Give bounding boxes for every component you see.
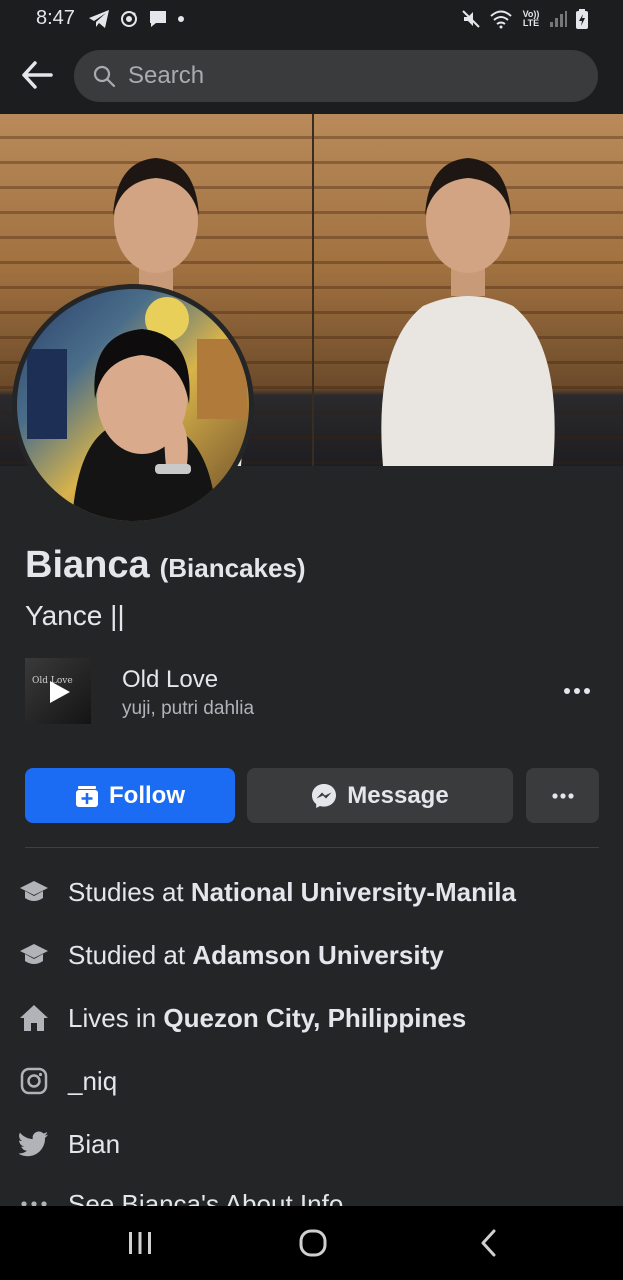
about-value: _niq (68, 1065, 118, 1096)
profile-alternate-name: (Biancakes) (159, 553, 306, 583)
profile-picture-image (17, 289, 249, 521)
twitter-icon (18, 1128, 50, 1160)
search-icon (93, 65, 116, 88)
about-item-instagram[interactable]: _niq (18, 1061, 117, 1101)
section-divider (25, 847, 599, 848)
home-circle-icon (299, 1229, 327, 1257)
chat-bubble-icon (148, 8, 168, 30)
about-value: National University-Manila (190, 876, 516, 907)
graduation-cap-icon (18, 876, 50, 908)
system-navigation-bar (0, 1206, 623, 1280)
song-title[interactable]: Old Love (122, 666, 218, 694)
mute-icon (461, 8, 481, 30)
home-icon (18, 1002, 50, 1034)
about-value: Quezon City, Philippines (163, 1002, 467, 1033)
music-play-button[interactable]: Old Love (25, 658, 91, 724)
profile-picture[interactable] (12, 284, 254, 526)
graduation-cap-icon (18, 939, 50, 971)
status-system-icons: Vo)) LTE (461, 8, 589, 30)
volte-indicator: Vo)) LTE (522, 9, 540, 28)
cover-photo-right (311, 114, 623, 466)
search-input[interactable] (128, 62, 568, 90)
recent-apps-button[interactable] (124, 1226, 156, 1260)
chevron-left-icon (481, 1229, 496, 1257)
status-bar: 8:47 Vo)) LTE (0, 0, 623, 38)
about-item-past-school[interactable]: Studied at Adamson University (18, 935, 444, 975)
profile-more-button[interactable] (526, 768, 599, 823)
about-prefix: Lives in (68, 1002, 164, 1033)
wifi-icon (489, 8, 513, 30)
battery-icon (575, 8, 589, 30)
music-more-button[interactable] (559, 678, 595, 704)
search-bar[interactable] (74, 50, 598, 102)
about-prefix: Studies at (68, 876, 191, 907)
back-nav-button[interactable] (474, 1226, 502, 1260)
follow-label: Follow (109, 781, 185, 809)
about-item-residence[interactable]: Lives in Quezon City, Philippines (18, 998, 466, 1038)
back-arrow-icon (22, 61, 53, 89)
home-button[interactable] (296, 1226, 330, 1260)
more-dots-icon (564, 688, 590, 694)
more-dots-icon (551, 792, 574, 799)
about-value: Bian (68, 1128, 121, 1159)
avatar-figure (27, 297, 247, 521)
follow-icon (76, 785, 98, 807)
instagram-icon (18, 1065, 50, 1097)
notification-dot-icon (178, 8, 184, 30)
profile-display-name: Bianca (25, 544, 150, 586)
status-notification-icons (88, 8, 184, 30)
back-button[interactable] (14, 52, 60, 98)
signal-icon (549, 8, 567, 30)
about-value: Adamson University (192, 939, 444, 970)
recent-apps-icon (129, 1232, 151, 1254)
play-icon (50, 681, 70, 703)
message-label: Message (347, 781, 449, 809)
status-time: 8:47 (36, 7, 75, 29)
messenger-icon (312, 783, 337, 808)
song-artist: yuji, putri dahlia (122, 698, 255, 719)
profile-music: Old Love Old Love yuji, putri dahlia (25, 656, 599, 726)
profile-name: Bianca (Biancakes) (25, 544, 306, 587)
follow-button[interactable]: Follow (25, 768, 235, 823)
instagram-status-icon (120, 8, 138, 30)
about-item-current-school[interactable]: Studies at National University-Manila (18, 872, 516, 912)
cover-person-figure (381, 158, 555, 466)
telegram-icon (88, 8, 110, 30)
message-button[interactable]: Message (247, 768, 513, 823)
profile-bio: Yance || (25, 600, 125, 631)
top-bar (0, 38, 623, 114)
about-item-twitter[interactable]: Bian (18, 1124, 120, 1164)
about-prefix: Studied at (68, 939, 193, 970)
